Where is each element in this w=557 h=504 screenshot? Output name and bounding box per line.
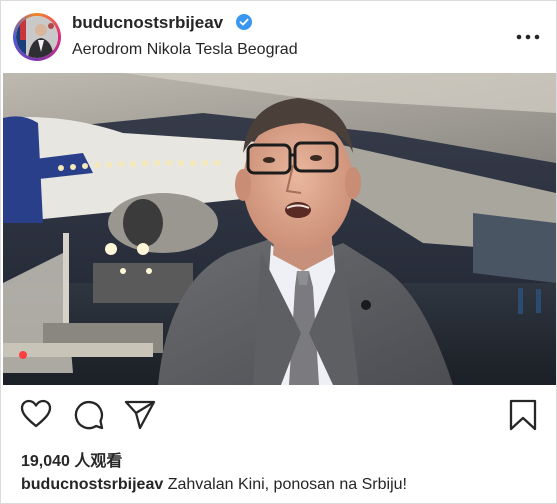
post-caption: buducnostsrbijeav Zahvalan Kini, ponosan… [21,476,407,494]
caption-username[interactable]: buducnostsrbijeav [21,476,163,493]
post-video[interactable] [3,73,556,385]
post-username[interactable]: buducnostsrbijeav [72,13,223,33]
profile-avatar[interactable] [13,13,61,61]
more-options-icon[interactable] [513,25,543,49]
heart-icon[interactable] [20,399,52,429]
paper-plane-icon[interactable] [124,400,156,430]
view-count: 19,040 人观看 [21,453,123,470]
post-header: buducnostsrbijeav Aerodrom Nikola Tesla … [1,1,556,73]
instagram-post: buducnostsrbijeav Aerodrom Nikola Tesla … [0,0,557,504]
avatar-image [16,16,58,58]
caption-text: Zahvalan Kini, ponosan na Srbiju! [167,476,407,493]
bookmark-icon[interactable] [509,399,537,431]
post-location[interactable]: Aerodrom Nikola Tesla Beograd [72,41,298,59]
verified-badge-icon [236,14,252,30]
comment-bubble-icon[interactable] [73,399,105,431]
